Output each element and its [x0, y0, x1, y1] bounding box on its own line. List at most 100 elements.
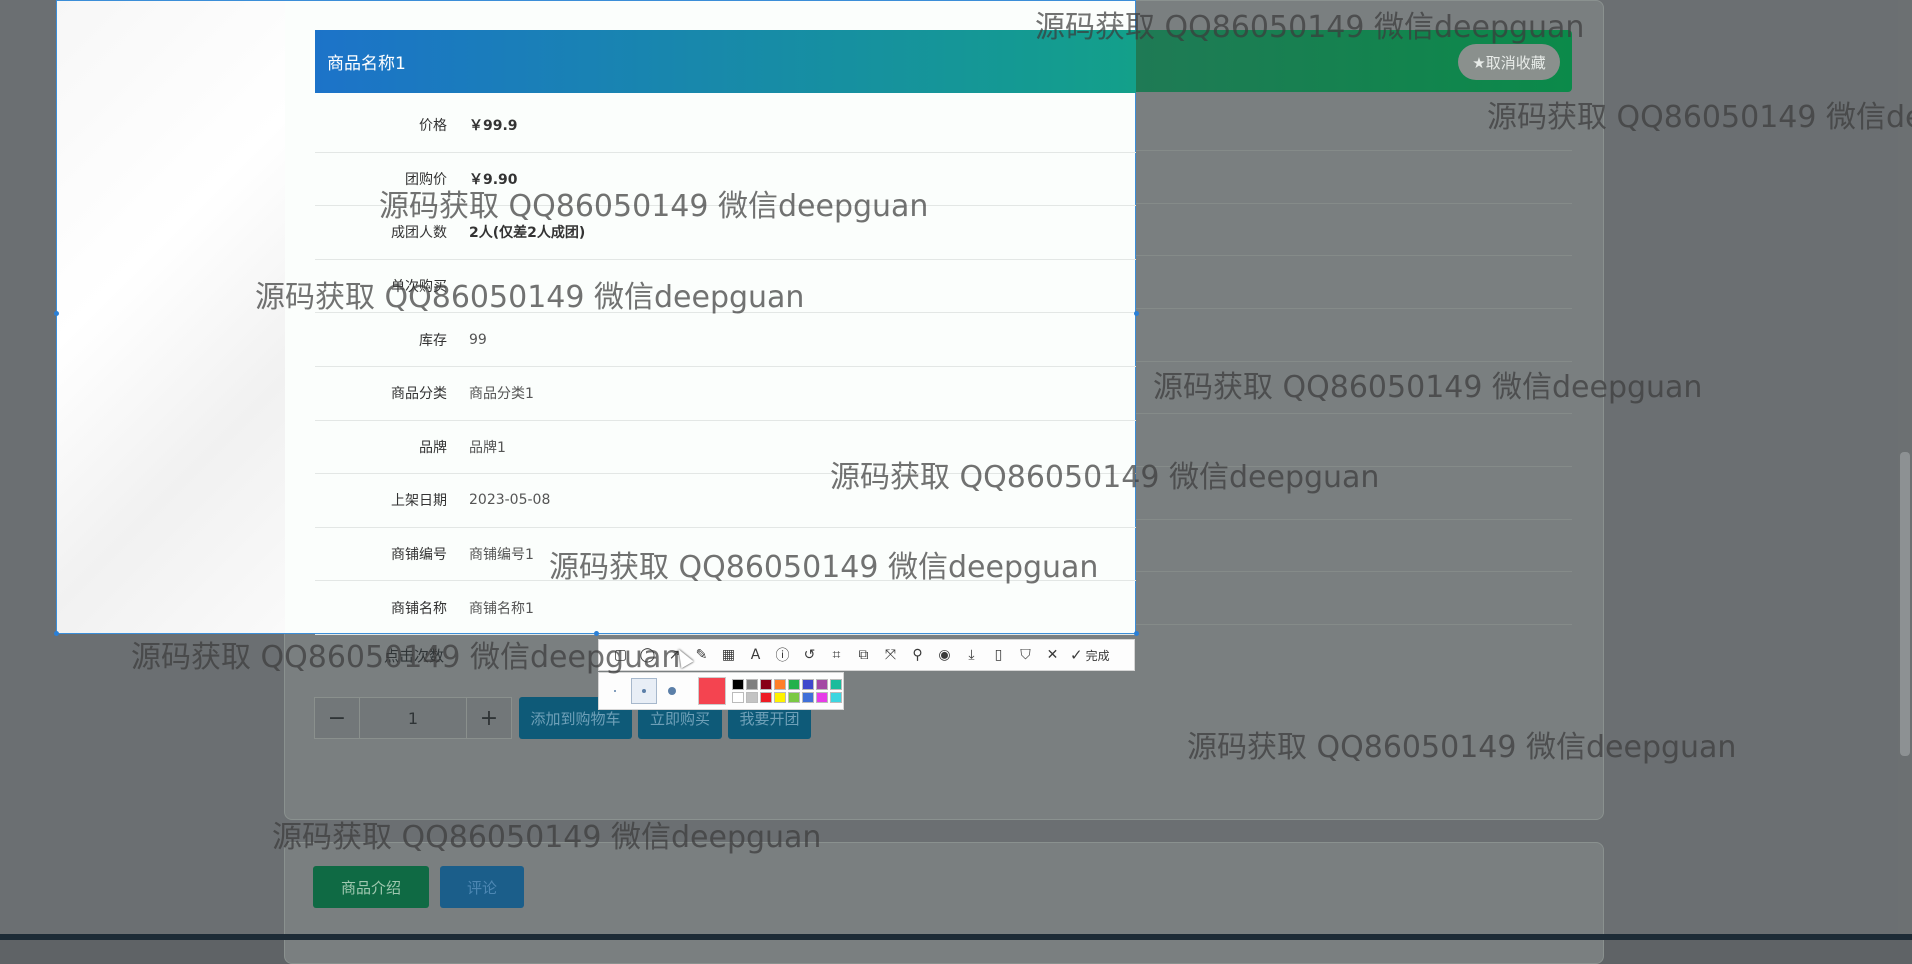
- product-info-label: 成团人数: [391, 225, 447, 242]
- resize-handle[interactable]: [54, 631, 59, 636]
- product-info-row: 团购价 ￥9.90: [315, 153, 1136, 207]
- tab-review[interactable]: 评论: [440, 866, 524, 908]
- product-info-value: 品牌1: [469, 439, 506, 456]
- brush-size-large[interactable]: [661, 679, 685, 703]
- row-divider: [1136, 203, 1572, 204]
- brush-size-medium[interactable]: [630, 678, 657, 704]
- quantity-increase-button[interactable]: +: [467, 706, 511, 731]
- product-info-row: 库存 99: [315, 313, 1136, 367]
- row-divider: [1136, 624, 1572, 625]
- color-swatch[interactable]: [731, 678, 744, 690]
- color-swatch[interactable]: [773, 691, 786, 703]
- row-divider: [1136, 466, 1572, 467]
- product-info-value: ￥9.90: [469, 171, 518, 188]
- ocr-icon[interactable]: ⌗: [823, 642, 850, 668]
- tab-product-intro[interactable]: 商品介绍: [313, 866, 429, 908]
- undo-icon[interactable]: ↺: [796, 642, 823, 668]
- product-info-row: 价格 ￥99.9: [315, 99, 1136, 153]
- current-color-swatch[interactable]: [698, 677, 726, 705]
- taskbar: [0, 934, 1912, 940]
- product-info-row: 商品分类 商品分类1: [315, 367, 1136, 421]
- color-swatch[interactable]: [759, 691, 772, 703]
- pencil-icon[interactable]: ✎: [688, 642, 715, 668]
- quantity-decrease-button[interactable]: −: [315, 706, 359, 731]
- product-title-bar: 商品名称1: [315, 30, 1136, 93]
- product-info-label: 品牌: [419, 439, 447, 456]
- circle-icon[interactable]: ◯: [634, 642, 661, 668]
- copy-to-phone-icon[interactable]: ▯: [985, 642, 1012, 668]
- row-divider: [1136, 150, 1572, 151]
- product-info-label: 团购价: [405, 171, 447, 188]
- product-info-row: 商铺编号 商铺编号1: [315, 528, 1136, 582]
- unfavorite-button[interactable]: ★取消收藏: [1458, 44, 1560, 80]
- text-icon[interactable]: A: [742, 642, 769, 668]
- row-divider: [1136, 255, 1572, 256]
- color-size-palette: [598, 672, 844, 710]
- color-swatch[interactable]: [829, 678, 842, 690]
- quantity-input[interactable]: 1: [359, 698, 467, 738]
- color-swatch[interactable]: [745, 678, 758, 690]
- rectangle-icon[interactable]: ▢: [607, 642, 634, 668]
- product-info-value: 商铺名称1: [469, 600, 534, 617]
- row-divider: [1136, 361, 1572, 362]
- row-divider: [1136, 413, 1572, 414]
- pin-icon[interactable]: ⚲: [904, 642, 931, 668]
- bookmark-icon[interactable]: ⛉: [1012, 642, 1039, 668]
- page-side-background: [57, 1, 286, 633]
- product-title: 商品名称1: [327, 54, 406, 74]
- quantity-stepper[interactable]: − 1 +: [314, 697, 512, 739]
- resize-handle[interactable]: [54, 311, 59, 316]
- product-info-row: 品牌 品牌1: [315, 421, 1136, 475]
- save-icon[interactable]: ⤓: [958, 642, 985, 668]
- resize-handle[interactable]: [1134, 631, 1139, 636]
- product-info-row: 成团人数 2人(仅差2人成团): [315, 206, 1136, 260]
- scroll-capture-icon[interactable]: ⤧: [877, 642, 904, 668]
- product-info-value: 商品分类1: [469, 386, 534, 403]
- close-icon[interactable]: ✕: [1039, 642, 1066, 668]
- brush-size-small[interactable]: [603, 679, 627, 703]
- color-swatch[interactable]: [731, 691, 744, 703]
- product-info-value: ￥99.9: [469, 118, 518, 135]
- product-info-label: 商品分类: [391, 386, 447, 403]
- product-info-row: 上架日期 2023-05-08: [315, 474, 1136, 528]
- color-swatch[interactable]: [829, 691, 842, 703]
- product-info-label: 商铺编号: [391, 547, 447, 564]
- scrollbar-thumb[interactable]: [1900, 452, 1910, 756]
- product-info-label: 上架日期: [391, 493, 447, 510]
- color-swatch[interactable]: [787, 691, 800, 703]
- product-info-row: 商铺名称 商铺名称1: [315, 581, 1136, 635]
- record-icon[interactable]: ◉: [931, 642, 958, 668]
- color-swatch[interactable]: [745, 691, 758, 703]
- page-scrollbar[interactable]: [1898, 0, 1912, 940]
- row-divider: [1136, 519, 1572, 520]
- color-swatch[interactable]: [801, 678, 814, 690]
- product-info-value: 2023-05-08: [469, 492, 551, 509]
- color-swatch[interactable]: [815, 691, 828, 703]
- color-swatch[interactable]: [759, 678, 772, 690]
- done-button[interactable]: ✓ 完成: [1066, 642, 1114, 668]
- product-info-value: 2人(仅差2人成团): [469, 225, 586, 242]
- product-info-row: 单次购买: [315, 260, 1136, 314]
- product-info-label: 库存: [419, 332, 447, 349]
- product-info-label: 价格: [419, 118, 447, 135]
- click-count-label: 点击次数: [384, 647, 445, 665]
- product-info-value: 商铺编号1: [469, 547, 534, 564]
- product-info-label: 单次购买: [391, 279, 447, 296]
- translate-icon[interactable]: ⧉: [850, 642, 877, 668]
- row-divider: [1136, 308, 1572, 309]
- done-label: 完成: [1085, 648, 1110, 663]
- color-swatch[interactable]: [773, 678, 786, 690]
- row-divider: [1136, 571, 1572, 572]
- product-info-list: 价格 ￥99.9 团购价 ￥9.90 成团人数 2人(仅差2人成团) 单次购买库存 99 商品分…: [315, 99, 1136, 635]
- resize-handle[interactable]: [1134, 311, 1139, 316]
- resize-handle[interactable]: [594, 631, 599, 636]
- color-swatch[interactable]: [815, 678, 828, 690]
- product-info-label: 商铺名称: [391, 600, 447, 617]
- number-icon[interactable]: ⓘ: [769, 642, 796, 668]
- color-swatch[interactable]: [801, 691, 814, 703]
- color-swatches: [731, 678, 843, 704]
- mosaic-icon[interactable]: ▦: [715, 642, 742, 668]
- product-info-value: 99: [469, 331, 487, 348]
- color-swatch[interactable]: [787, 678, 800, 690]
- check-icon: ✓: [1070, 646, 1083, 664]
